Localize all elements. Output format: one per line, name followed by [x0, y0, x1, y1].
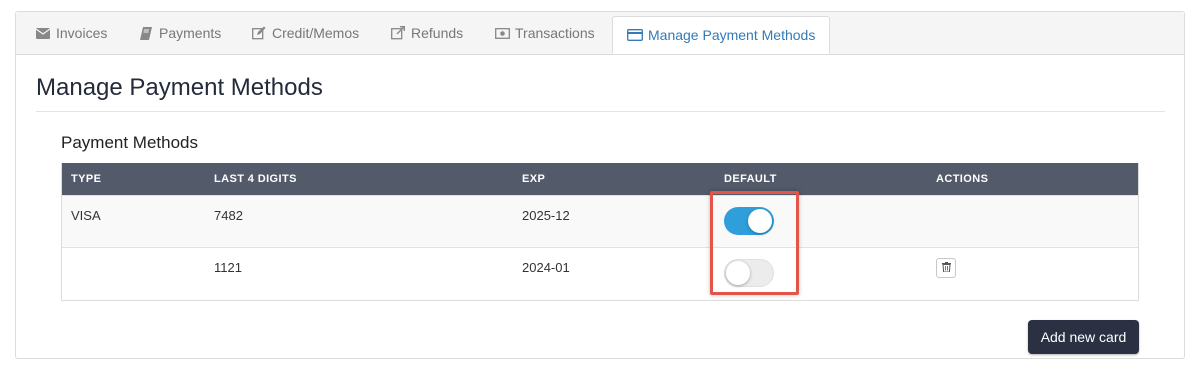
column-header-last4: LAST 4 DIGITS [214, 173, 297, 185]
delete-card-button[interactable] [936, 258, 956, 278]
billing-panel: Invoices Payments Credit/Memos Refunds T… [15, 11, 1185, 359]
tab-invoices[interactable]: Invoices [35, 12, 107, 54]
tab-bar: Invoices Payments Credit/Memos Refunds T… [16, 12, 1184, 55]
tab-payments[interactable]: Payments [138, 12, 221, 54]
table-row: 1121 2024-01 [62, 247, 1138, 300]
external-link-icon [390, 26, 406, 40]
trash-icon [941, 259, 951, 277]
tab-label: Refunds [411, 25, 464, 41]
card-last4: 7482 [214, 208, 243, 223]
envelope-icon [35, 26, 51, 40]
card-type: VISA [71, 208, 101, 223]
tab-transactions[interactable]: Transactions [494, 12, 595, 54]
tab-label: Payments [159, 25, 222, 41]
page-title: Manage Payment Methods [36, 74, 323, 101]
tab-label: Manage Payment Methods [648, 27, 816, 43]
tab-label: Invoices [56, 25, 108, 41]
credit-card-icon [627, 28, 643, 42]
column-header-exp: EXP [522, 173, 546, 185]
section-title: Payment Methods [61, 133, 199, 152]
card-exp: 2024-01 [522, 260, 570, 275]
column-header-actions: ACTIONS [936, 173, 989, 185]
table-row: VISA 7482 2025-12 [62, 195, 1138, 247]
tab-credit-memos[interactable]: Credit/Memos [251, 12, 359, 54]
card-exp: 2025-12 [522, 208, 570, 223]
divider [36, 111, 1165, 112]
book-icon [138, 26, 154, 40]
payment-methods-table: TYPE LAST 4 DIGITS EXP DEFAULT ACTIONS V… [61, 163, 1139, 301]
add-new-card-button[interactable]: Add new card [1028, 320, 1139, 354]
card-last4: 1121 [214, 260, 242, 275]
money-icon [494, 26, 510, 40]
edit-icon [251, 26, 267, 40]
tab-label: Credit/Memos [272, 25, 360, 41]
table-header: TYPE LAST 4 DIGITS EXP DEFAULT ACTIONS [62, 163, 1138, 195]
tab-manage-payment-methods[interactable]: Manage Payment Methods [612, 16, 831, 54]
tab-refunds[interactable]: Refunds [390, 12, 463, 54]
highlight-box [710, 191, 799, 295]
tab-label: Transactions [515, 25, 595, 41]
column-header-type: TYPE [71, 173, 102, 185]
